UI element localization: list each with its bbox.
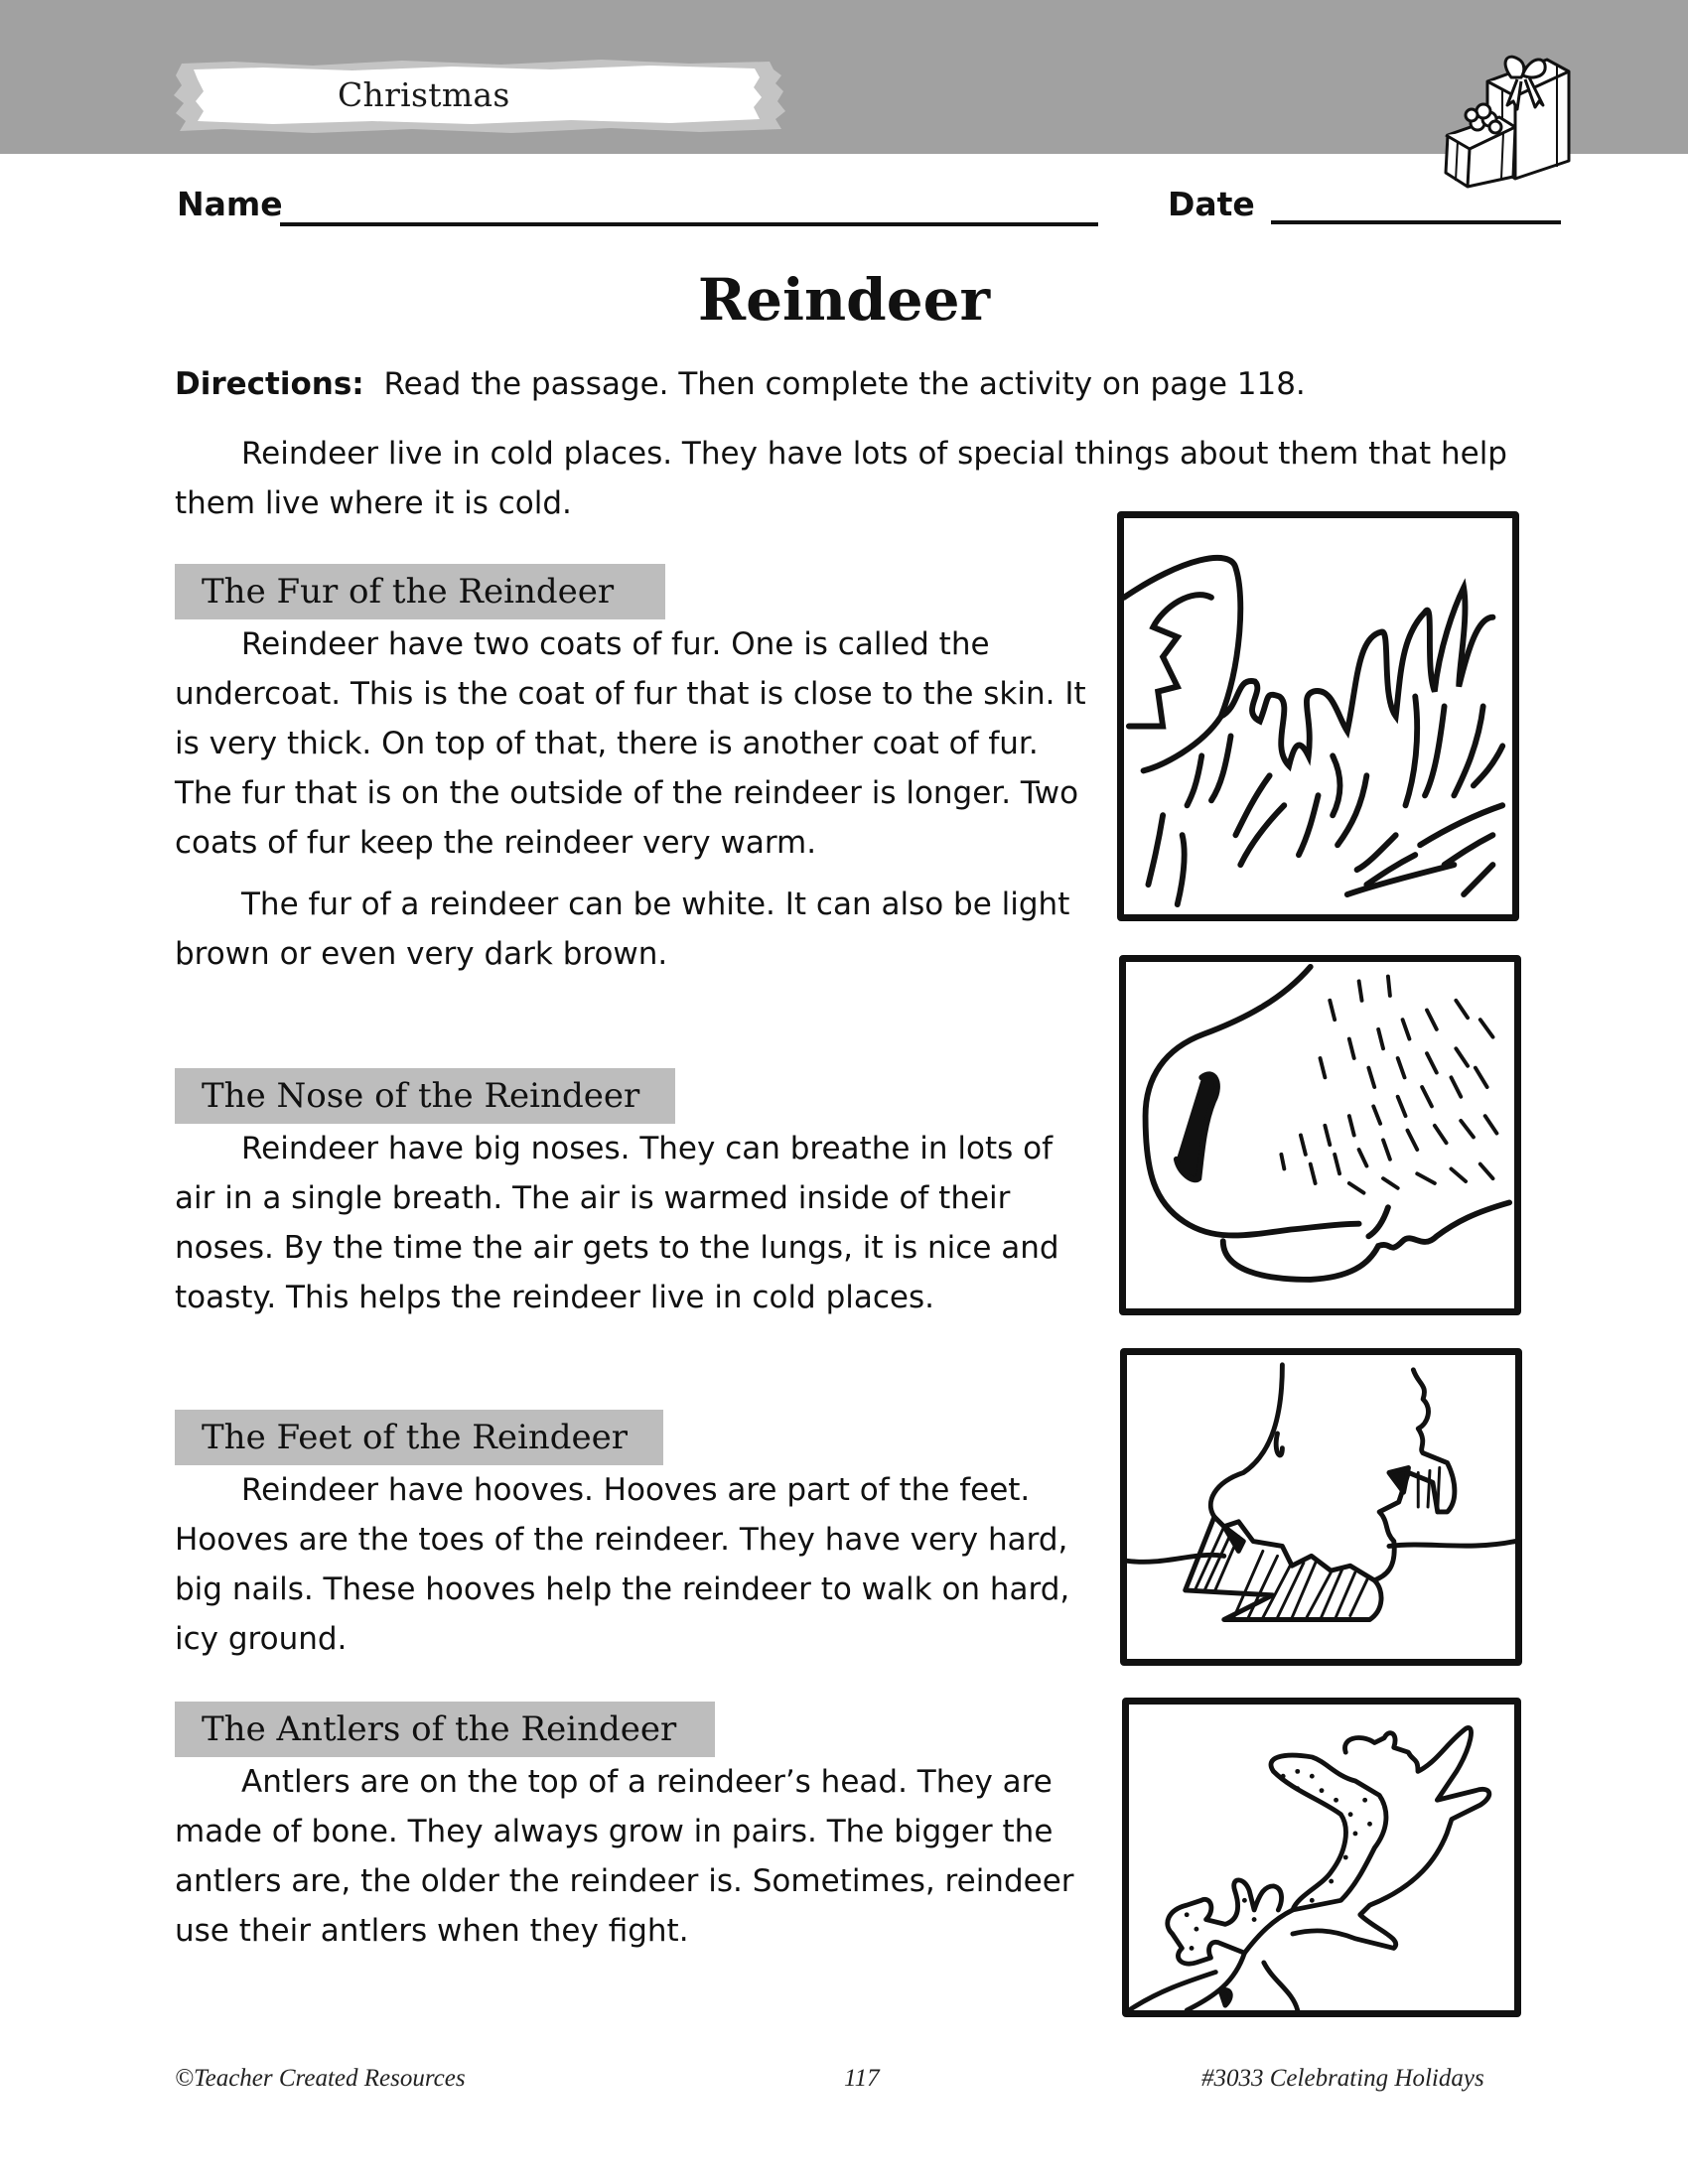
reindeer-antlers-illustration bbox=[1122, 1698, 1521, 2017]
footer-page-number: 117 bbox=[844, 2065, 880, 2092]
section-heading-feet: The Feet of the Reindeer bbox=[175, 1410, 663, 1465]
category-label-text: Christmas bbox=[338, 75, 510, 114]
name-field[interactable] bbox=[280, 222, 1098, 226]
reindeer-fur-illustration bbox=[1117, 511, 1519, 921]
section-body-feet: Reindeer have hooves. Hooves are part of… bbox=[175, 1465, 1098, 1664]
page-title: Reindeer bbox=[697, 266, 991, 334]
paragraph: Reindeer have big noses. They can breath… bbox=[175, 1131, 1059, 1315]
directions-label: Directions: bbox=[175, 366, 364, 402]
name-date-row: Name Date bbox=[177, 185, 1567, 234]
paragraph: Antlers are on the top of a reindeer’s h… bbox=[175, 1764, 1074, 1949]
paragraph: Reindeer have two coats of fur. One is c… bbox=[175, 626, 1086, 861]
reindeer-nose-illustration bbox=[1119, 955, 1521, 1315]
gift-boxes-icon bbox=[1408, 22, 1587, 191]
name-label: Name bbox=[177, 185, 283, 223]
footer-book-title: #3033 Celebrating Holidays bbox=[1201, 2065, 1484, 2092]
section-body-nose: Reindeer have big noses. They can breath… bbox=[175, 1124, 1068, 1322]
section-heading-fur: The Fur of the Reindeer bbox=[175, 564, 665, 619]
date-field[interactable] bbox=[1271, 220, 1561, 224]
section-body-antlers: Antlers are on the top of a reindeer’s h… bbox=[175, 1757, 1098, 1956]
date-label: Date bbox=[1168, 185, 1255, 223]
reindeer-hooves-illustration bbox=[1120, 1348, 1522, 1666]
footer-copyright: ©Teacher Created Resources bbox=[175, 2065, 466, 2092]
paragraph: Reindeer have hooves. Hooves are part of… bbox=[175, 1472, 1070, 1657]
directions: Directions: Read the passage. Then compl… bbox=[175, 359, 1565, 409]
directions-text: Read the passage. Then complete the acti… bbox=[383, 366, 1306, 402]
section-heading-antlers: The Antlers of the Reindeer bbox=[175, 1702, 715, 1757]
category-label: Christmas bbox=[174, 58, 789, 135]
section-body-fur: Reindeer have two coats of fur. One is c… bbox=[175, 619, 1088, 979]
paragraph: The fur of a reindeer can be white. It c… bbox=[175, 887, 1070, 972]
section-heading-nose: The Nose of the Reindeer bbox=[175, 1068, 675, 1124]
